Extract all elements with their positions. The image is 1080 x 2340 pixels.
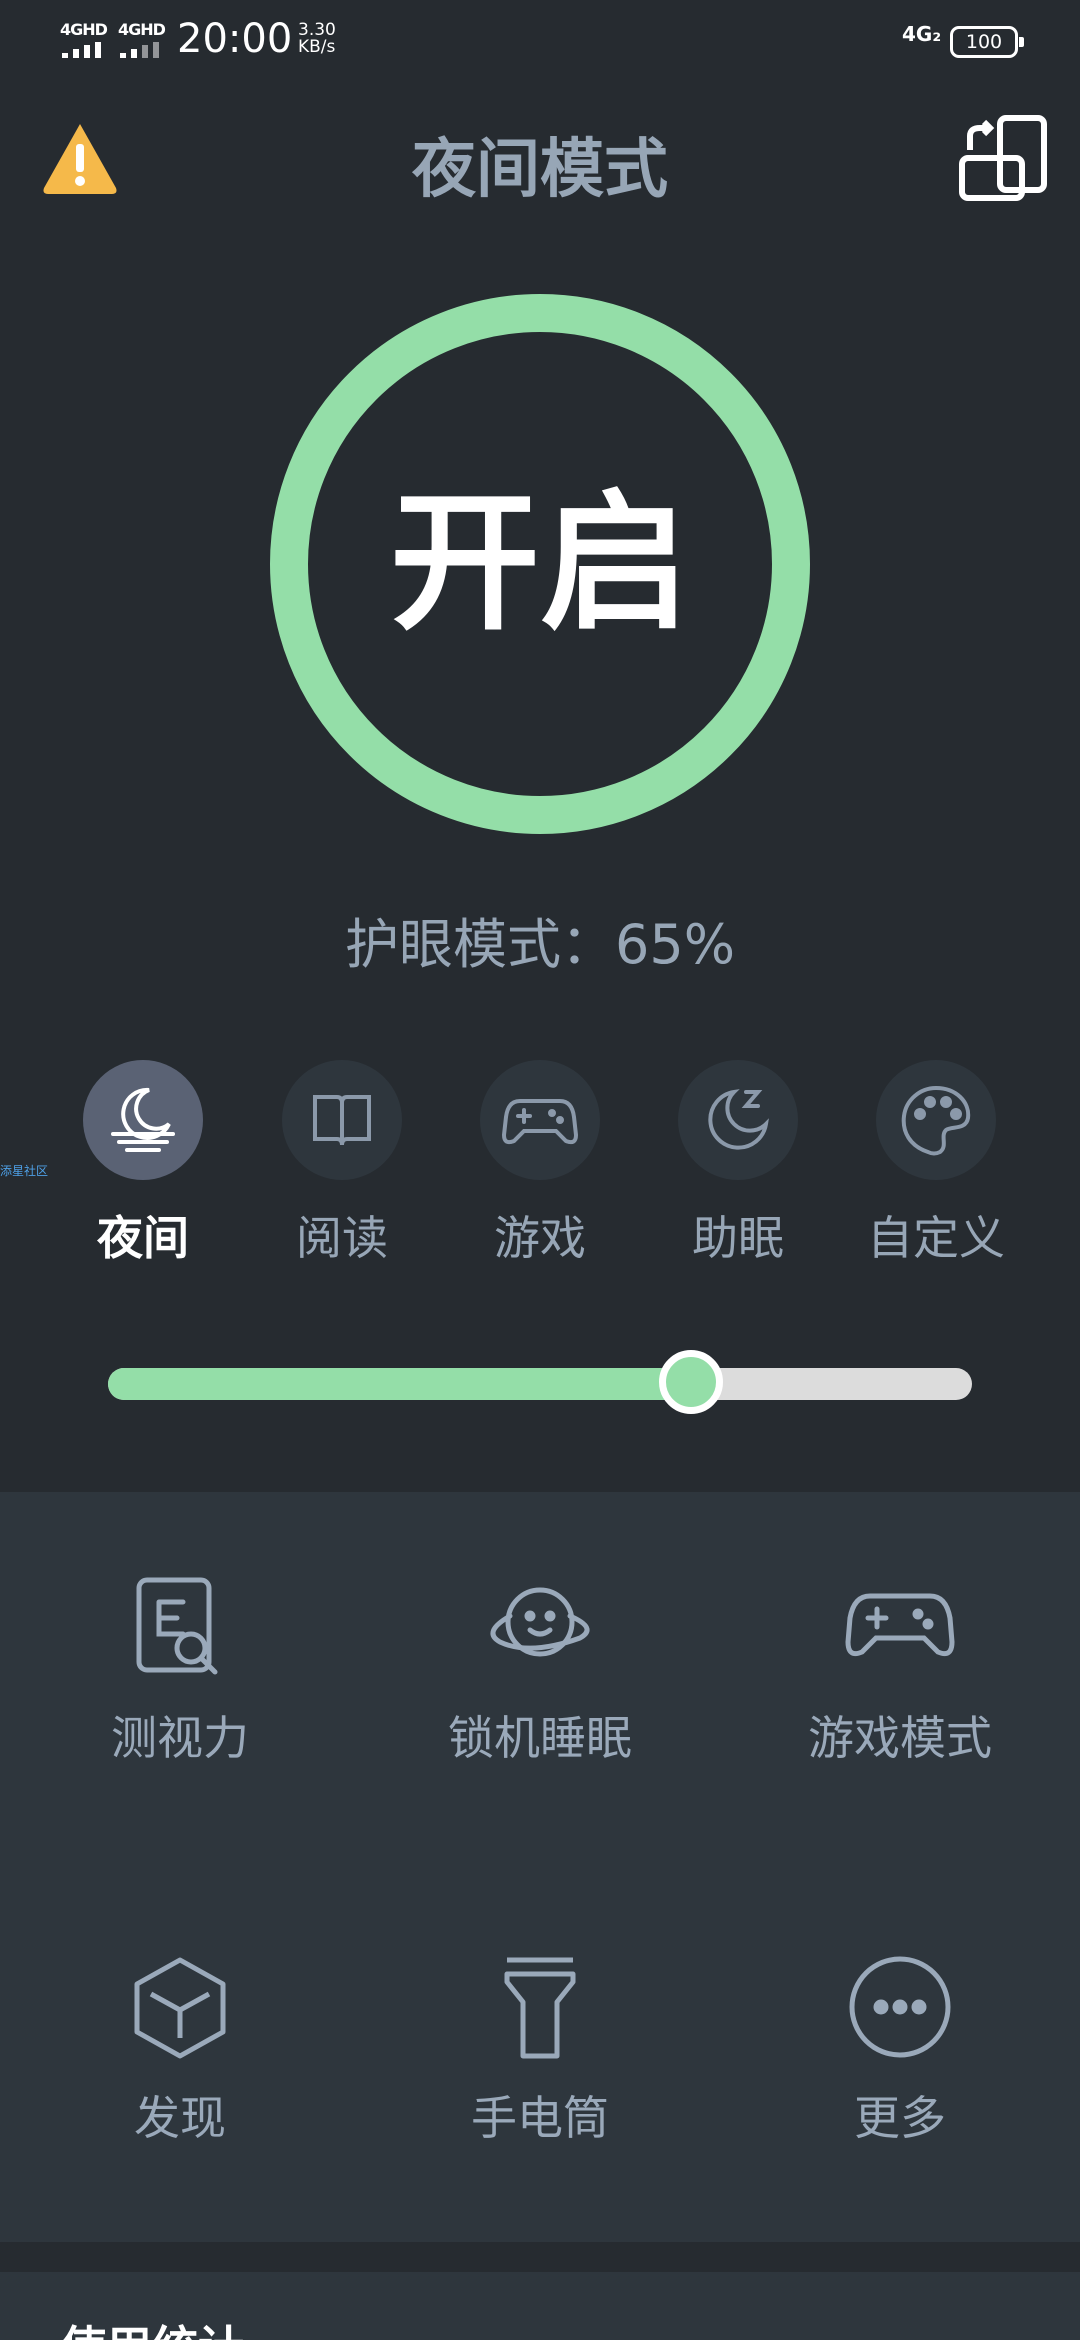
screen: 4GHD 4GHD 20:00 3.30 KB/s 4G₂ 100 夜间模式 开… xyxy=(0,0,1080,2340)
tool-label: 更多 xyxy=(854,2091,946,2145)
mode-label: 助眠 xyxy=(692,1211,784,1265)
signal-sim2: 4GHD xyxy=(118,20,166,60)
mode-game[interactable]: 游戏 xyxy=(445,1060,635,1268)
power-toggle-label[interactable]: 开启 xyxy=(270,294,810,834)
tool-more[interactable]: 更多 xyxy=(750,1952,1050,2148)
gamepad-icon xyxy=(845,1593,955,1657)
book-icon xyxy=(282,1060,402,1180)
signal-bars-icon xyxy=(62,42,108,58)
signal-bars-icon xyxy=(120,42,166,58)
eye-test-icon xyxy=(136,1577,218,1675)
mode-selector: 夜间 阅读 游戏 助眠 自定义 xyxy=(0,1060,1080,1265)
sleep-moon-icon xyxy=(678,1060,798,1180)
tool-label: 游戏模式 xyxy=(808,1711,992,1765)
battery-level: 100 xyxy=(965,31,1003,53)
tool-flashlight[interactable]: 手电筒 xyxy=(390,1952,690,2148)
slider-fill xyxy=(108,1368,692,1400)
signal-sim1: 4GHD xyxy=(60,20,108,60)
eye-protection-status: 护眼模式：65% xyxy=(344,913,736,976)
mode-sleep[interactable]: 助眠 xyxy=(643,1060,833,1268)
cube-icon xyxy=(134,1957,226,2059)
tool-label: 测视力 xyxy=(111,1711,249,1765)
mode-label: 游戏 xyxy=(494,1211,586,1265)
rotate-screen-icon[interactable] xyxy=(956,112,1052,208)
tools-panel: 测视力 锁机睡眠 游戏模式 发现 手电筒 更多 xyxy=(0,1492,1080,2242)
status-bar: 4GHD 4GHD 20:00 3.30 KB/s 4G₂ 100 xyxy=(0,0,1080,80)
sim1-network-label: 4GHD xyxy=(60,20,108,39)
watermark: 添星社区 xyxy=(0,1164,49,1178)
page-title: 夜间模式 xyxy=(412,133,668,207)
mode-label: 阅读 xyxy=(296,1211,388,1265)
tool-lock-sleep[interactable]: 锁机睡眠 xyxy=(390,1572,690,1768)
network-speed: 3.30 KB/s xyxy=(298,22,336,56)
brightness-slider[interactable] xyxy=(108,1350,972,1414)
status-time: 20:00 xyxy=(177,16,293,62)
mode-night[interactable]: 夜间 xyxy=(48,1060,238,1268)
battery-icon: 100 xyxy=(950,26,1024,58)
mode-reading[interactable]: 阅读 xyxy=(247,1060,437,1268)
usage-stats-section: 使用统计 xyxy=(0,2272,1080,2340)
sim2-network-label: 4GHD xyxy=(118,20,166,39)
flashlight-icon xyxy=(504,1957,576,2059)
mode-label: 夜间 xyxy=(97,1211,189,1265)
tool-game-mode[interactable]: 游戏模式 xyxy=(750,1572,1050,1768)
network-type-right: 4G₂ xyxy=(902,22,942,46)
mode-custom[interactable]: 自定义 xyxy=(841,1060,1031,1268)
tool-label: 发现 xyxy=(134,2091,226,2145)
planet-face-icon xyxy=(490,1587,590,1657)
tool-eye-test[interactable]: 测视力 xyxy=(30,1572,330,1768)
tool-label: 锁机睡眠 xyxy=(448,1711,632,1765)
mode-label: 自定义 xyxy=(867,1211,1005,1265)
palette-icon xyxy=(876,1060,996,1180)
slider-thumb[interactable] xyxy=(659,1350,724,1414)
moon-sea-icon xyxy=(83,1060,203,1180)
network-speed-unit: KB/s xyxy=(298,37,336,57)
more-icon xyxy=(849,1956,951,2058)
tool-discover[interactable]: 发现 xyxy=(30,1952,330,2148)
usage-stats-title: 使用统计 xyxy=(60,2312,244,2340)
tool-label: 手电筒 xyxy=(471,2091,609,2145)
gamepad-icon xyxy=(480,1060,600,1180)
